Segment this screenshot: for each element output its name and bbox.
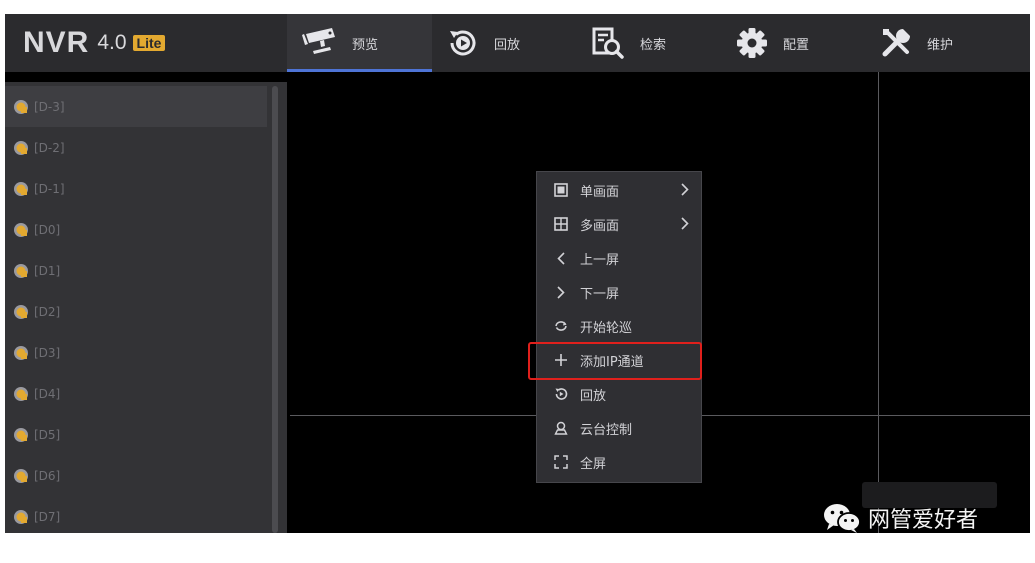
channel-camera-icon — [14, 181, 28, 196]
channel-item[interactable]: [D3] — [5, 332, 267, 373]
ptz-icon — [554, 421, 568, 435]
tab-playback[interactable]: 回放 — [446, 14, 520, 72]
grid-divider — [878, 72, 879, 533]
top-bar: NVR 4.0 Lite 预览 回放 检索 配置 维护 — [5, 14, 1030, 72]
channel-sidebar: [D-3] [D-2] [D-1] [D0] [D1] [D2] [D3] [D… — [5, 82, 287, 533]
tab-playback-label: 回放 — [494, 37, 521, 53]
channel-item[interactable]: [D6] — [5, 455, 267, 496]
nvr-app: NVR 4.0 Lite 预览 回放 检索 配置 维护 [D-3] [D-2] … — [5, 14, 1030, 533]
tab-config-label: 配置 — [783, 37, 810, 53]
menu-item-single-screen[interactable]: 单画面 — [537, 173, 701, 207]
channel-camera-icon — [14, 386, 28, 401]
channel-camera-icon — [14, 427, 28, 442]
camera-icon — [302, 28, 335, 54]
channel-label: [D1] — [34, 263, 61, 278]
channel-label: [D-3] — [34, 99, 65, 114]
menu-item-label: 上一屏 — [580, 252, 620, 268]
menu-item-add-ip-channel[interactable]: 添加IP通道 — [537, 343, 701, 377]
fullscreen-icon — [554, 455, 568, 469]
channel-item[interactable]: [D-3] — [5, 86, 267, 127]
menu-item-playback[interactable]: 回放 — [537, 377, 701, 411]
menu-item-label: 下一屏 — [580, 286, 620, 302]
watermark: 网管爱好者 — [822, 500, 978, 536]
channel-item[interactable]: [D7] — [5, 496, 267, 533]
chevron-right-icon — [681, 183, 689, 196]
channel-item[interactable]: [D0] — [5, 209, 267, 250]
menu-item-label: 云台控制 — [580, 422, 633, 438]
channel-item[interactable]: [D4] — [5, 373, 267, 414]
menu-item-label: 添加IP通道 — [580, 354, 644, 370]
context-menu: 单画面 多画面 上一屏 下一屏 开始轮巡 添加IP通道 回放 云台控制 全屏 — [536, 171, 702, 483]
channel-camera-icon — [14, 263, 28, 278]
search-doc-icon — [592, 27, 624, 59]
tab-config[interactable]: 配置 — [735, 14, 809, 72]
channel-camera-icon — [14, 140, 28, 155]
logo-brand: NVR — [23, 26, 90, 59]
chevron-left-icon — [557, 251, 565, 265]
tab-maintenance[interactable]: 维护 — [879, 14, 953, 72]
menu-item-multi-screen[interactable]: 多画面 — [537, 207, 701, 241]
menu-item-start-cycle[interactable]: 开始轮巡 — [537, 309, 701, 343]
menu-item-fullscreen[interactable]: 全屏 — [537, 445, 701, 479]
tab-preview-label: 预览 — [352, 37, 379, 53]
sidebar-scrollbar[interactable] — [272, 86, 278, 533]
wechat-icon — [824, 504, 861, 533]
channel-item[interactable]: [D-2] — [5, 127, 267, 168]
menu-item-next-screen[interactable]: 下一屏 — [537, 275, 701, 309]
tab-maintenance-label: 维护 — [927, 37, 954, 53]
single-screen-icon — [554, 183, 568, 197]
logo: NVR 4.0 Lite — [5, 14, 287, 72]
menu-item-ptz-control[interactable]: 云台控制 — [537, 411, 701, 445]
channel-camera-icon — [14, 509, 28, 524]
channel-camera-icon — [14, 99, 28, 114]
channel-label: [D2] — [34, 304, 61, 319]
channel-item[interactable]: [D2] — [5, 291, 267, 332]
multi-screen-icon — [554, 217, 568, 231]
logo-version: 4.0 — [97, 31, 127, 54]
tools-icon — [882, 29, 910, 57]
cycle-icon — [555, 321, 567, 331]
channel-camera-icon — [14, 345, 28, 360]
menu-item-prev-screen[interactable]: 上一屏 — [537, 241, 701, 275]
channel-label: [D-2] — [34, 140, 65, 155]
tab-search[interactable]: 检索 — [590, 14, 666, 72]
channel-camera-icon — [14, 222, 28, 237]
menu-item-label: 全屏 — [580, 456, 607, 472]
channel-label: [D0] — [34, 222, 61, 237]
plus-icon — [555, 354, 567, 366]
channel-item[interactable]: [D5] — [5, 414, 267, 455]
chevron-right-icon — [557, 285, 565, 299]
chevron-right-icon — [681, 217, 689, 230]
channel-label: [D4] — [34, 386, 61, 401]
channel-camera-icon — [14, 468, 28, 483]
menu-item-label: 多画面 — [580, 218, 620, 234]
channel-label: [D-1] — [34, 181, 65, 196]
menu-item-label: 单画面 — [580, 184, 620, 200]
channel-item[interactable]: [D1] — [5, 250, 267, 291]
channel-label: [D5] — [34, 427, 61, 442]
tab-preview[interactable]: 预览 — [287, 14, 432, 72]
menu-item-label: 回放 — [580, 388, 607, 404]
watermark-text: 网管爱好者 — [868, 508, 979, 533]
channel-camera-icon — [14, 304, 28, 319]
playback-icon — [450, 30, 476, 56]
logo-edition-badge: Lite — [132, 35, 166, 51]
channel-label: [D3] — [34, 345, 61, 360]
channel-label: [D6] — [34, 468, 61, 483]
tab-search-label: 检索 — [640, 37, 667, 53]
channel-label: [D7] — [34, 509, 61, 524]
channel-item[interactable]: [D-1] — [5, 168, 267, 209]
playback-icon — [555, 388, 568, 400]
menu-item-label: 开始轮巡 — [580, 320, 633, 336]
gear-icon — [737, 28, 767, 58]
